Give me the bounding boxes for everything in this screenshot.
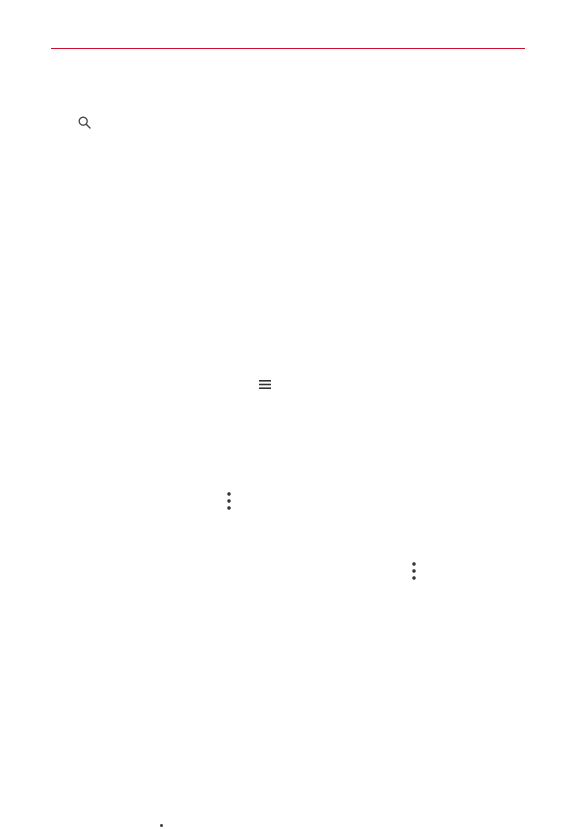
- more-vertical-icon: [412, 562, 416, 580]
- more-vertical-icon: [227, 492, 231, 510]
- search-icon: [78, 116, 91, 129]
- footer-mark: [160, 824, 163, 827]
- menu-icon: [259, 380, 271, 389]
- header-divider: [51, 48, 525, 49]
